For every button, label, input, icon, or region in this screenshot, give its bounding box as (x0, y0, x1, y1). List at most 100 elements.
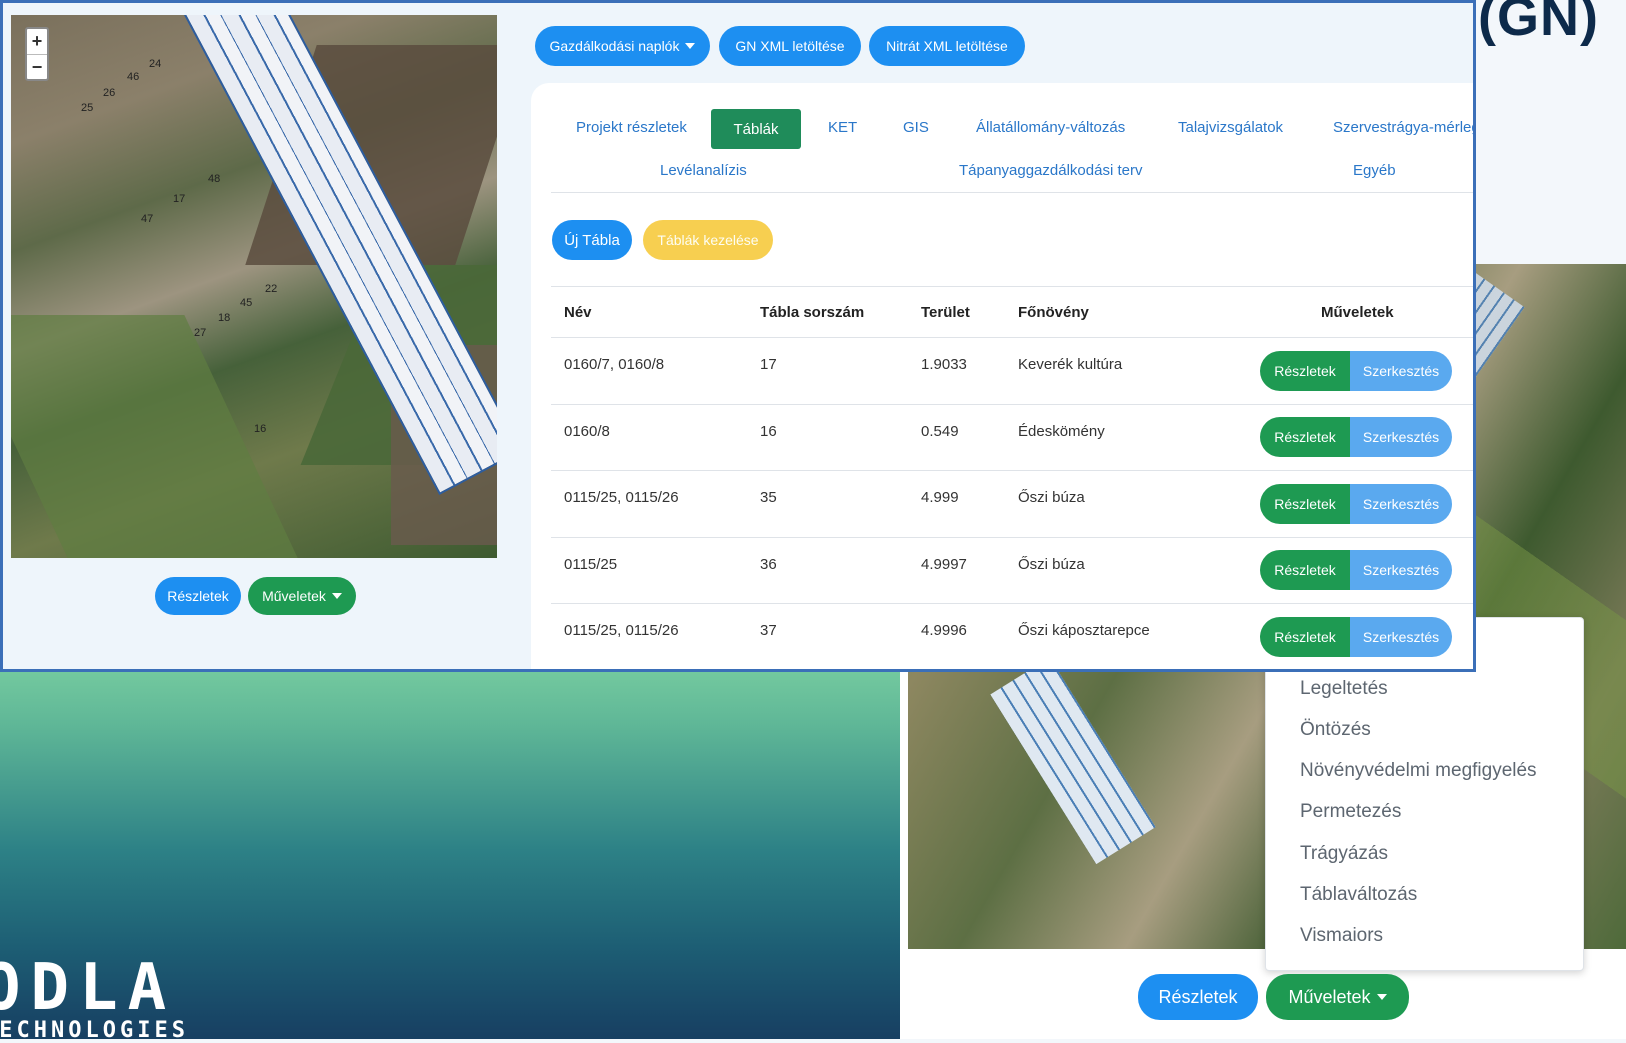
map-field-label: 45 (240, 297, 253, 309)
cell-area: 4.9997 (921, 556, 967, 573)
company-logo: ODLA TECHNOLOGIES (0, 951, 189, 1042)
front-screenshot-frame: 24 26 46 25 17 48 47 22 45 18 27 16 + − … (0, 0, 1476, 672)
new-table-label: Új Tábla (564, 231, 620, 249)
row-details-button[interactable]: Részletek (1260, 417, 1350, 457)
dropdown-item-legeltetes[interactable]: Legeltetés (1300, 678, 1388, 700)
row-details-button[interactable]: Részletek (1260, 617, 1350, 657)
back-operations-button[interactable]: Műveletek (1266, 974, 1409, 1020)
logo-wordmark: ODLA (0, 951, 177, 1025)
map-field-label: 24 (149, 58, 162, 70)
map-view[interactable]: 24 26 46 25 17 48 47 22 45 18 27 16 + − (11, 15, 497, 558)
row-divider (551, 603, 1473, 604)
tab-egyeb[interactable]: Egyéb (1353, 162, 1396, 179)
tab-allatallomany-valtozas[interactable]: Állatállomány-változás (976, 119, 1125, 136)
cell-name: 0115/25, 0115/26 (564, 489, 679, 506)
map-field-label: 25 (81, 102, 94, 114)
map-details-button-label: Részletek (167, 588, 229, 604)
tab-szervestragya-merleg[interactable]: Szervestrágya-mérleg (1333, 119, 1473, 136)
dropdown-item-ontozes[interactable]: Öntözés (1300, 719, 1371, 741)
row-actions: Részletek Szerkesztés (1260, 417, 1452, 457)
row-edit-button[interactable]: Szerkesztés (1350, 617, 1452, 657)
cell-area: 4.999 (921, 489, 959, 506)
nitrat-xml-download-label: Nitrát XML letöltése (886, 38, 1008, 54)
map-field-label: 48 (208, 173, 221, 185)
cell-number: 36 (760, 556, 777, 573)
dropdown-item-permetezes[interactable]: Permetezés (1300, 801, 1401, 823)
row-edit-button[interactable]: Szerkesztés (1350, 550, 1452, 590)
dropdown-item-novenyvedelmi-megfigyeles[interactable]: Növényvédelmi megfigyelés (1300, 760, 1537, 782)
row-details-button[interactable]: Részletek (1260, 484, 1350, 524)
cell-number: 35 (760, 489, 777, 506)
row-edit-button[interactable]: Szerkesztés (1350, 484, 1452, 524)
corner-title: (GN) (1478, 0, 1599, 47)
tab-ket[interactable]: KET (828, 119, 857, 136)
dropdown-item-tragyazas[interactable]: Trágyázás (1300, 843, 1388, 865)
cell-crop: Őszi búza (1018, 489, 1085, 506)
cell-number: 37 (760, 622, 777, 639)
map-field-label: 22 (265, 283, 278, 295)
map-field-label: 27 (194, 327, 207, 339)
map-field-label: 46 (127, 71, 140, 83)
row-actions: Részletek Szerkesztés (1260, 351, 1452, 391)
cell-name: 0115/25, 0115/26 (564, 622, 679, 639)
zoom-out-button[interactable]: − (27, 54, 47, 80)
cell-crop: Őszi búza (1018, 556, 1085, 573)
tab-levelanalizis[interactable]: Levélanalízis (660, 162, 747, 179)
column-header-terulet: Terület (921, 304, 970, 321)
tab-gis[interactable]: GIS (903, 119, 929, 136)
table-top-divider (551, 286, 1473, 287)
farming-logs-dropdown-button[interactable]: Gazdálkodási naplók (535, 26, 710, 66)
gn-xml-download-label: GN XML letöltése (735, 38, 845, 54)
map-field-label: 18 (218, 312, 231, 324)
tabs-divider (551, 192, 1473, 193)
cell-area: 0.549 (921, 423, 959, 440)
map-terrain (11, 315, 298, 558)
map-details-button[interactable]: Részletek (155, 577, 241, 615)
dropdown-item-tablavaltozas[interactable]: Táblaváltozás (1300, 884, 1417, 906)
cell-number: 16 (760, 423, 777, 440)
cell-number: 17 (760, 356, 777, 373)
cell-area: 4.9996 (921, 622, 967, 639)
back-operations-button-label: Műveletek (1288, 986, 1371, 1007)
map-zoom-control: + − (25, 27, 49, 81)
chevron-down-icon (1376, 994, 1387, 1000)
row-details-button[interactable]: Részletek (1260, 351, 1350, 391)
cell-name: 0115/25 (564, 556, 618, 573)
chevron-down-icon (331, 593, 342, 599)
map-field-label: 16 (254, 423, 267, 435)
chevron-down-icon (685, 43, 696, 49)
row-actions: Részletek Szerkesztés (1260, 550, 1452, 590)
cell-crop: Édeskömény (1018, 423, 1105, 440)
tab-projekt-reszletek[interactable]: Projekt részletek (576, 119, 687, 136)
cell-crop: Őszi káposztarepce (1018, 622, 1150, 639)
row-divider (551, 404, 1473, 405)
column-header-tabla-sorszam: Tábla sorszám (760, 304, 865, 321)
back-details-button[interactable]: Részletek (1138, 974, 1258, 1020)
row-edit-button[interactable]: Szerkesztés (1350, 417, 1452, 457)
row-divider (551, 537, 1473, 538)
cell-name: 0160/7, 0160/8 (564, 356, 665, 373)
row-details-button[interactable]: Részletek (1260, 550, 1350, 590)
map-field-label: 17 (173, 193, 186, 205)
new-table-button[interactable]: Új Tábla (552, 220, 632, 260)
nitrat-xml-download-button[interactable]: Nitrát XML letöltése (869, 26, 1025, 66)
map-field-label: 26 (103, 87, 116, 99)
table-header-divider (551, 337, 1473, 338)
cell-area: 1.9033 (921, 356, 967, 373)
gn-xml-download-button[interactable]: GN XML letöltése (719, 26, 861, 66)
row-actions: Részletek Szerkesztés (1260, 484, 1452, 524)
tab-tablak-label: Táblák (733, 120, 779, 138)
farming-logs-label: Gazdálkodási naplók (549, 38, 680, 54)
row-divider (551, 470, 1473, 471)
map-field-label: 47 (141, 213, 154, 225)
tab-tapanyaggazdalkodasi-terv[interactable]: Tápanyaggazdálkodási terv (959, 162, 1142, 179)
tab-talajvizsgalatok[interactable]: Talajvizsgálatok (1178, 119, 1283, 136)
dropdown-item-vismaiors[interactable]: Vismaiors (1300, 925, 1383, 947)
manage-tables-button[interactable]: Táblák kezelése (643, 220, 773, 260)
row-edit-button[interactable]: Szerkesztés (1350, 351, 1452, 391)
zoom-in-button[interactable]: + (27, 29, 47, 54)
map-operations-button[interactable]: Műveletek (248, 577, 356, 615)
cell-name: 0160/8 (564, 423, 610, 440)
tab-tablak[interactable]: Táblák (711, 109, 801, 149)
manage-tables-label: Táblák kezelése (657, 232, 759, 248)
